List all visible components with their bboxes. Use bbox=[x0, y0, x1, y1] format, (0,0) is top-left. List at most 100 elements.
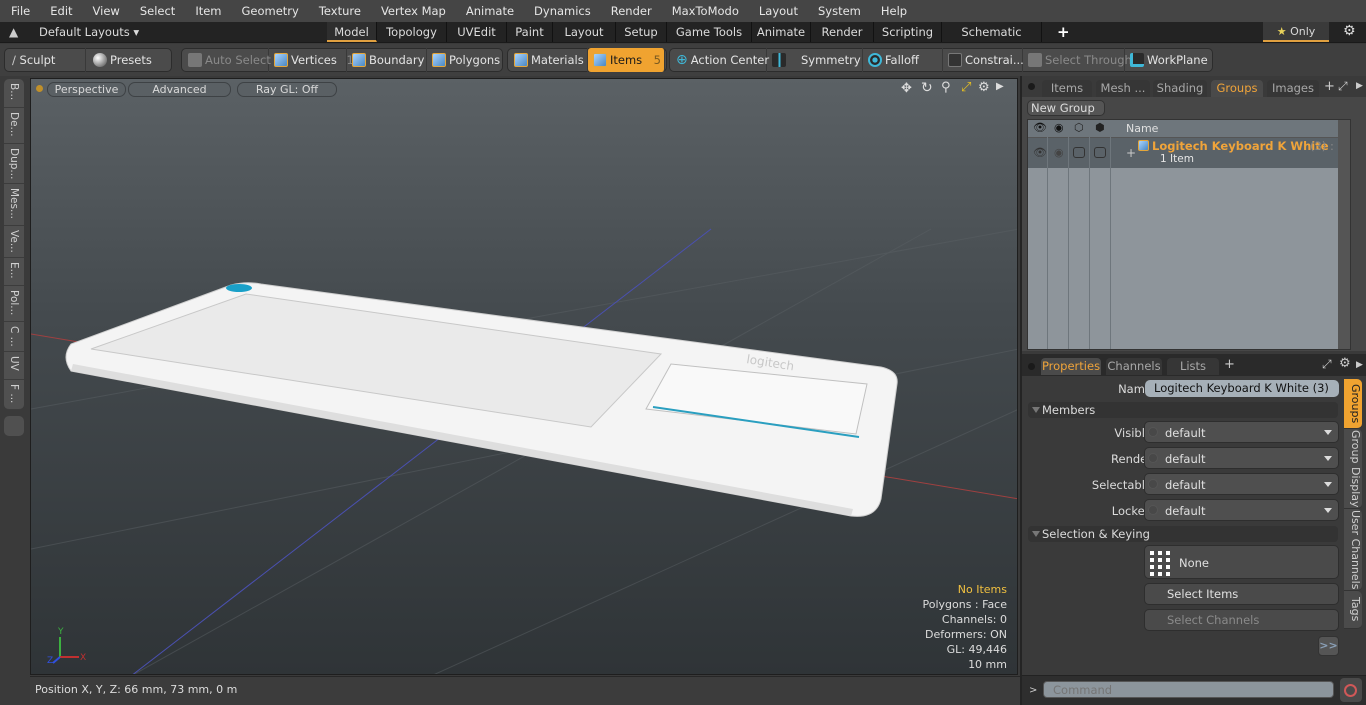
tab-items[interactable]: Items bbox=[1042, 80, 1092, 97]
menu-view[interactable]: View bbox=[82, 4, 129, 18]
pan-icon[interactable]: ✥ bbox=[901, 81, 912, 96]
boundary-button[interactable]: Boundary bbox=[347, 48, 427, 72]
expand-icon[interactable]: ⤢ bbox=[1338, 79, 1348, 94]
left-tab-mesh-edit[interactable]: Mes... bbox=[4, 184, 24, 226]
auto-select-button[interactable]: Auto Select bbox=[183, 48, 271, 72]
materials-button[interactable]: Materials bbox=[509, 48, 588, 72]
menu-maxtomodo[interactable]: MaxToModo bbox=[661, 4, 748, 18]
expand-icon[interactable]: ⤢ bbox=[1322, 357, 1332, 372]
render-dropdown[interactable]: default bbox=[1144, 447, 1339, 469]
menu-file[interactable]: File bbox=[0, 4, 39, 18]
command-input[interactable] bbox=[1043, 681, 1334, 698]
tab-uvedit[interactable]: UVEdit bbox=[447, 22, 507, 42]
select-channels-button[interactable]: Select Channels bbox=[1144, 609, 1339, 631]
left-tab-vertex[interactable]: Ve... bbox=[4, 226, 24, 258]
tab-schematic-fusion[interactable]: Schematic Fusion bbox=[942, 22, 1042, 59]
menu-help[interactable]: Help bbox=[870, 4, 916, 18]
menu-system[interactable]: System bbox=[807, 4, 870, 18]
items-button[interactable]: Items 5 bbox=[588, 48, 665, 72]
only-favorites-button[interactable]: ★ Only bbox=[1263, 22, 1329, 42]
left-tab-polygon[interactable]: Pol... bbox=[4, 286, 24, 322]
groups-scrollbar[interactable] bbox=[1338, 120, 1350, 349]
tab-shading[interactable]: Shading bbox=[1153, 80, 1207, 97]
zoom-icon[interactable]: ⚲ bbox=[941, 80, 951, 95]
left-tab-edge[interactable]: E... bbox=[4, 258, 24, 286]
menu-vertex-map[interactable]: Vertex Map bbox=[370, 4, 455, 18]
render-radio[interactable] bbox=[1148, 453, 1158, 463]
constraints-button[interactable]: Constrai... bbox=[943, 48, 1024, 72]
add-tab-icon[interactable]: + bbox=[1324, 79, 1335, 94]
raygl-button[interactable]: Ray GL: Off bbox=[237, 82, 337, 97]
tab-render[interactable]: Render bbox=[811, 22, 874, 42]
side-tab-group-display[interactable]: Group Display bbox=[1344, 429, 1362, 509]
collapse-up-icon[interactable]: ▲ bbox=[9, 25, 18, 39]
tab-properties[interactable]: Properties bbox=[1041, 358, 1101, 375]
left-tab-duplicate[interactable]: Dup... bbox=[4, 144, 24, 184]
left-tab-deform[interactable]: De... bbox=[4, 108, 24, 144]
polygons-button[interactable]: Polygons bbox=[427, 48, 503, 72]
visible-dropdown[interactable]: default bbox=[1144, 421, 1339, 443]
menu-layout[interactable]: Layout bbox=[748, 4, 807, 18]
shading-mode-button[interactable]: Advanced bbox=[128, 82, 231, 97]
record-button[interactable] bbox=[1340, 678, 1362, 702]
settings-icon[interactable]: ⚙ bbox=[1339, 356, 1351, 371]
tab-channels[interactable]: Channels bbox=[1106, 358, 1162, 375]
menu-render[interactable]: Render bbox=[600, 4, 661, 18]
viewport-menu-arrow-icon[interactable]: ▶ bbox=[996, 81, 1004, 92]
tab-groups[interactable]: Groups bbox=[1211, 80, 1263, 97]
action-center-button[interactable]: ⊕ Action Center bbox=[671, 48, 769, 72]
menu-edit[interactable]: Edit bbox=[39, 4, 81, 18]
tab-paint[interactable]: Paint bbox=[507, 22, 553, 42]
selectable-dropdown[interactable]: default bbox=[1144, 473, 1339, 495]
tab-lists[interactable]: Lists bbox=[1167, 358, 1219, 375]
menu-animate[interactable]: Animate bbox=[455, 4, 523, 18]
gear-icon[interactable]: ⚙ bbox=[1343, 23, 1356, 39]
panel-menu-arrow-icon[interactable]: ▶ bbox=[1356, 81, 1363, 91]
tab-images[interactable]: Images bbox=[1267, 80, 1319, 97]
locked-dropdown[interactable]: default bbox=[1144, 499, 1339, 521]
view-mode-button[interactable]: Perspective bbox=[47, 82, 126, 97]
menu-geometry[interactable]: Geometry bbox=[231, 4, 308, 18]
name-field[interactable]: Logitech Keyboard K White (3) bbox=[1145, 380, 1339, 397]
default-layouts-dropdown[interactable]: Default Layouts ▾ bbox=[39, 25, 139, 39]
maximize-icon[interactable]: ⤢ bbox=[961, 80, 971, 95]
left-tab-extra[interactable] bbox=[4, 416, 24, 436]
add-tab-icon[interactable]: + bbox=[1224, 357, 1235, 372]
sculpt-button[interactable]: ∕ Sculpt bbox=[6, 48, 86, 72]
tab-mesh[interactable]: Mesh ... bbox=[1096, 80, 1150, 97]
left-tab-fusion[interactable]: F ... bbox=[4, 380, 24, 410]
3d-viewport[interactable]: logitech Y X Z Perspective Advanced Ray … bbox=[30, 78, 1018, 675]
presets-button[interactable]: Presets bbox=[88, 48, 172, 72]
locked-radio[interactable] bbox=[1148, 505, 1158, 515]
visible-radio[interactable] bbox=[1148, 427, 1158, 437]
members-section[interactable]: Members bbox=[1028, 402, 1338, 418]
tab-animate[interactable]: Animate bbox=[752, 22, 811, 42]
symmetry-button[interactable]: Symmetry bbox=[767, 48, 863, 72]
workplane-button[interactable]: WorkPlane bbox=[1125, 48, 1211, 72]
selection-keying-section[interactable]: Selection & Keying bbox=[1028, 526, 1338, 542]
left-tab-uv[interactable]: UV bbox=[4, 352, 24, 380]
tab-scripting[interactable]: Scripting bbox=[874, 22, 942, 42]
tab-game-tools[interactable]: Game Tools bbox=[667, 22, 752, 42]
menu-dynamics[interactable]: Dynamics bbox=[523, 4, 600, 18]
menu-item[interactable]: Item bbox=[184, 4, 230, 18]
falloff-button[interactable]: Falloff bbox=[863, 48, 943, 72]
menu-texture[interactable]: Texture bbox=[308, 4, 370, 18]
viewport-settings-icon[interactable]: ⚙ bbox=[978, 80, 990, 95]
tab-model[interactable]: Model bbox=[327, 22, 377, 42]
add-tab-button[interactable]: + bbox=[1057, 23, 1070, 41]
more-button[interactable]: >> bbox=[1318, 636, 1339, 656]
vertices-button[interactable]: Vertices 1 bbox=[269, 48, 354, 72]
selectable-radio[interactable] bbox=[1148, 479, 1158, 489]
side-tab-groups[interactable]: Groups bbox=[1344, 379, 1362, 429]
panel-menu-arrow-icon[interactable]: ▶ bbox=[1356, 360, 1363, 370]
left-tab-basic[interactable]: B... bbox=[4, 79, 24, 108]
side-tab-user-channels[interactable]: User Channels bbox=[1344, 509, 1362, 591]
expand-plus-icon[interactable]: + bbox=[1126, 146, 1136, 160]
menu-select[interactable]: Select bbox=[129, 4, 184, 18]
none-hierarchy-button[interactable]: None bbox=[1144, 545, 1339, 579]
left-tab-curve[interactable]: C ... bbox=[4, 322, 24, 352]
tab-layout[interactable]: Layout bbox=[553, 22, 616, 42]
select-items-button[interactable]: Select Items bbox=[1144, 583, 1339, 605]
tab-setup[interactable]: Setup bbox=[616, 22, 667, 42]
